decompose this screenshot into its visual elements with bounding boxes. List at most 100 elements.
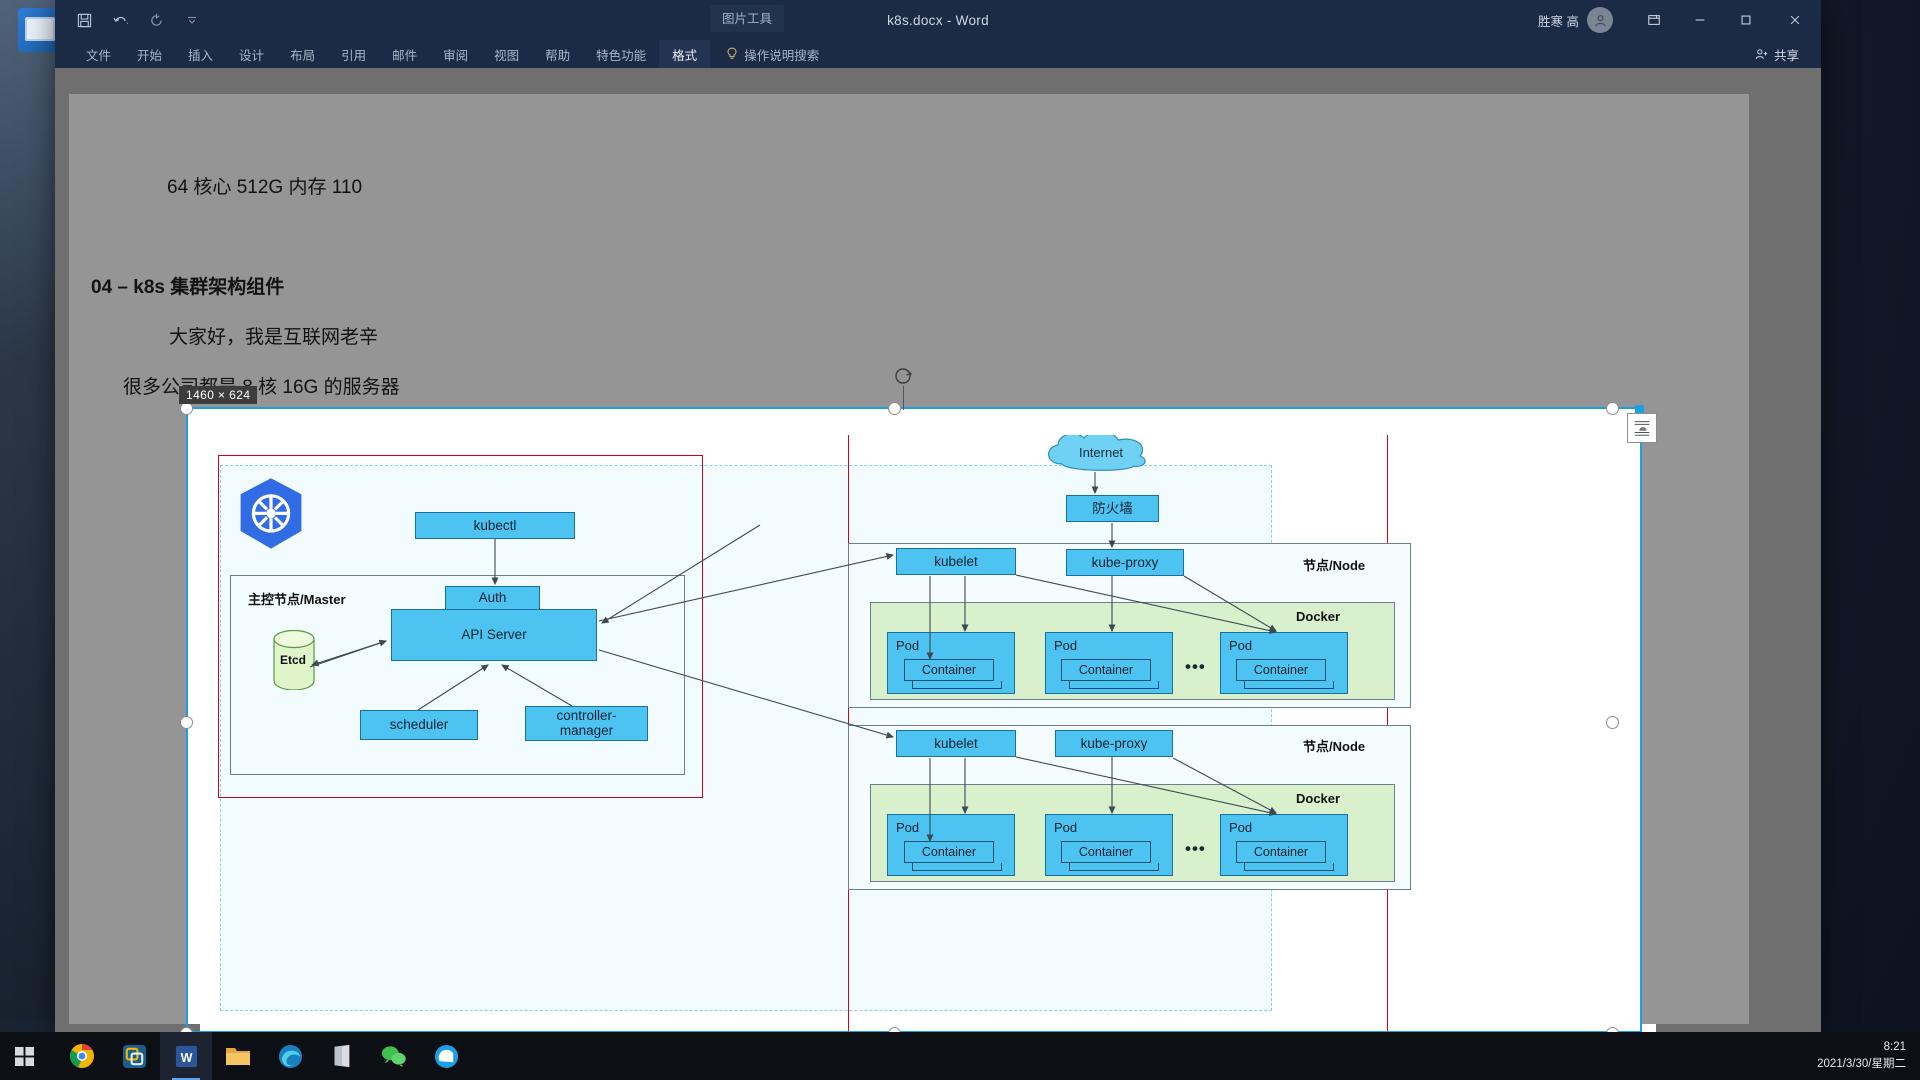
taskbar-edge[interactable] — [264, 1032, 316, 1080]
chrome-icon — [70, 1044, 94, 1068]
node-2-kubelet-box: kubelet — [896, 730, 1016, 757]
share-label: 共享 — [1773, 48, 1799, 63]
taskbar-clock[interactable]: 8:21 2021/3/30/星期二 — [1817, 1039, 1906, 1072]
clock-time: 8:21 — [1883, 1041, 1906, 1054]
word-window: 图片工具 k8s.docx - Word 胜寒 高 文件 开始 插入 设计 布局… — [55, 0, 1821, 1032]
node-1-pod-1-label: Pod — [896, 638, 920, 653]
node-1-container-1-stack — [912, 681, 1002, 689]
ribbon-tab-file[interactable]: 文件 — [73, 40, 124, 68]
auth-box: Auth — [445, 586, 540, 610]
firewall-box: 防火墙 — [1066, 495, 1159, 522]
edge-icon — [278, 1044, 302, 1068]
avatar[interactable] — [1587, 7, 1613, 33]
api-server-box: API Server — [391, 609, 597, 661]
taskbar-onenote[interactable] — [316, 1032, 368, 1080]
taskbar-wechat[interactable] — [368, 1032, 420, 1080]
minimize-button[interactable] — [1677, 0, 1723, 40]
screenshot-capture-region[interactable]: kubectl 主控节点/Master Auth API Server Etcd… — [200, 435, 1656, 1032]
ribbon-tab-home[interactable]: 开始 — [124, 40, 175, 68]
ribbon-tab-insert[interactable]: 插入 — [175, 40, 226, 68]
undo-icon[interactable] — [109, 9, 131, 31]
taskbar-chrome[interactable] — [56, 1032, 108, 1080]
doc-line-4: 很多公司都是 8 核 16G 的服务器 — [123, 377, 400, 398]
ribbon-tab-design[interactable]: 设计 — [226, 40, 277, 68]
node-2-container-2: Container — [1061, 841, 1151, 863]
windows-logo-icon — [14, 1046, 34, 1066]
picture-tools-label: 图片工具 — [710, 5, 785, 32]
controller-manager-line2: manager — [559, 722, 614, 738]
windows-taskbar: W 8:21 2021/3/30/星期二 — [0, 1032, 1920, 1080]
ribbon-tab-references[interactable]: 引用 — [328, 40, 379, 68]
title-bar-right: 胜寒 高 — [1538, 0, 1821, 40]
folder-icon — [226, 1048, 250, 1065]
ribbon-tab-view[interactable]: 视图 — [481, 40, 532, 68]
node-2-container-1-stack — [912, 863, 1002, 871]
ribbon-tab-help[interactable]: 帮助 — [532, 40, 583, 68]
ribbon-display-options-button[interactable] — [1631, 0, 1677, 40]
save-icon[interactable] — [73, 9, 95, 31]
quick-access-toolbar — [73, 9, 203, 31]
ribbon-tab-layout[interactable]: 布局 — [277, 40, 328, 68]
node-2-docker-label: Docker — [1296, 791, 1341, 806]
ribbon-tab-strip: 文件 开始 插入 设计 布局 引用 邮件 审阅 视图 帮助 特色功能 格式 操作… — [55, 40, 1821, 68]
document-canvas[interactable]: 64 核心 512G 内存 110 04 – k8s 集群架构组件 大家好，我是… — [55, 68, 1821, 1032]
resize-handle-mid-right[interactable] — [1606, 716, 1619, 729]
ribbon-tab-format[interactable]: 格式 — [659, 40, 711, 68]
close-button[interactable] — [1769, 0, 1821, 40]
resize-handle-top-center[interactable] — [888, 402, 901, 415]
document-page: 64 核心 512G 内存 110 04 – k8s 集群架构组件 大家好，我是… — [69, 94, 1749, 1032]
ribbon-tab-mailings[interactable]: 邮件 — [379, 40, 430, 68]
node-1-kube-proxy-box: kube-proxy — [1066, 549, 1184, 576]
taskbar-vmware[interactable] — [108, 1032, 160, 1080]
word-icon: W — [175, 1045, 197, 1067]
resize-handle-mid-left[interactable] — [180, 716, 193, 729]
node-2-ellipsis: ••• — [1185, 839, 1206, 858]
lightbulb-icon — [727, 47, 737, 59]
scheduler-box: scheduler — [360, 710, 478, 740]
ribbon-tab-features[interactable]: 特色功能 — [583, 40, 659, 68]
share-person-icon — [1755, 48, 1768, 59]
node-2-pod-3-label: Pod — [1229, 820, 1253, 835]
tell-me-label: 操作说明搜索 — [744, 48, 820, 63]
node-1-pod-3-label: Pod — [1229, 638, 1253, 653]
node-1-ellipsis: ••• — [1185, 657, 1206, 676]
selection-edge-right[interactable] — [1640, 407, 1642, 1032]
node-2-kube-proxy-box: kube-proxy — [1055, 730, 1173, 757]
node-1-container-3: Container — [1236, 659, 1326, 681]
etcd-label: Etcd — [280, 653, 307, 667]
share-button[interactable]: 共享 — [1755, 45, 1799, 64]
node-1-label: 节点/Node — [1303, 558, 1366, 573]
svg-text:W: W — [180, 1050, 192, 1064]
node-1-container-1: Container — [904, 659, 994, 681]
maximize-button[interactable] — [1723, 0, 1769, 40]
tell-me-search[interactable]: 操作说明搜索 — [726, 45, 819, 64]
controller-manager-line1: controller- — [556, 708, 617, 724]
account-name[interactable]: 胜寒 高 — [1538, 11, 1579, 30]
taskbar-qq-browser[interactable] — [420, 1032, 472, 1080]
layout-options-button[interactable] — [1627, 413, 1657, 443]
node-2-pod-2-label: Pod — [1054, 820, 1078, 835]
start-button[interactable] — [0, 1032, 48, 1080]
node-2-container-2-stack — [1069, 863, 1159, 871]
taskbar-file-explorer[interactable] — [212, 1032, 264, 1080]
ribbon-tab-review[interactable]: 审阅 — [430, 40, 481, 68]
kubectl-box: kubectl — [415, 512, 575, 539]
clock-date: 2021/3/30/星期二 — [1817, 1058, 1906, 1070]
layout-options-icon — [1634, 421, 1650, 436]
selection-edge-top[interactable] — [186, 407, 1642, 409]
vmware-icon — [122, 1044, 146, 1068]
node-2-container-3-stack — [1244, 863, 1334, 871]
internet-label: Internet — [1078, 445, 1124, 460]
size-tooltip: 1460 × 624 — [179, 386, 258, 404]
redo-icon[interactable] — [145, 9, 167, 31]
node-2-container-1: Container — [904, 841, 994, 863]
qq-browser-icon — [434, 1044, 458, 1068]
rotate-handle[interactable] — [893, 366, 915, 388]
customize-qat-icon[interactable] — [181, 9, 203, 31]
resize-handle-top-right[interactable] — [1606, 402, 1619, 415]
master-group-label: 主控节点/Master — [248, 592, 346, 607]
wechat-icon — [381, 1046, 406, 1068]
taskbar-word[interactable]: W — [160, 1032, 212, 1080]
controller-manager-box: controller- manager — [525, 706, 648, 741]
node-2-pod-1-label: Pod — [896, 820, 920, 835]
